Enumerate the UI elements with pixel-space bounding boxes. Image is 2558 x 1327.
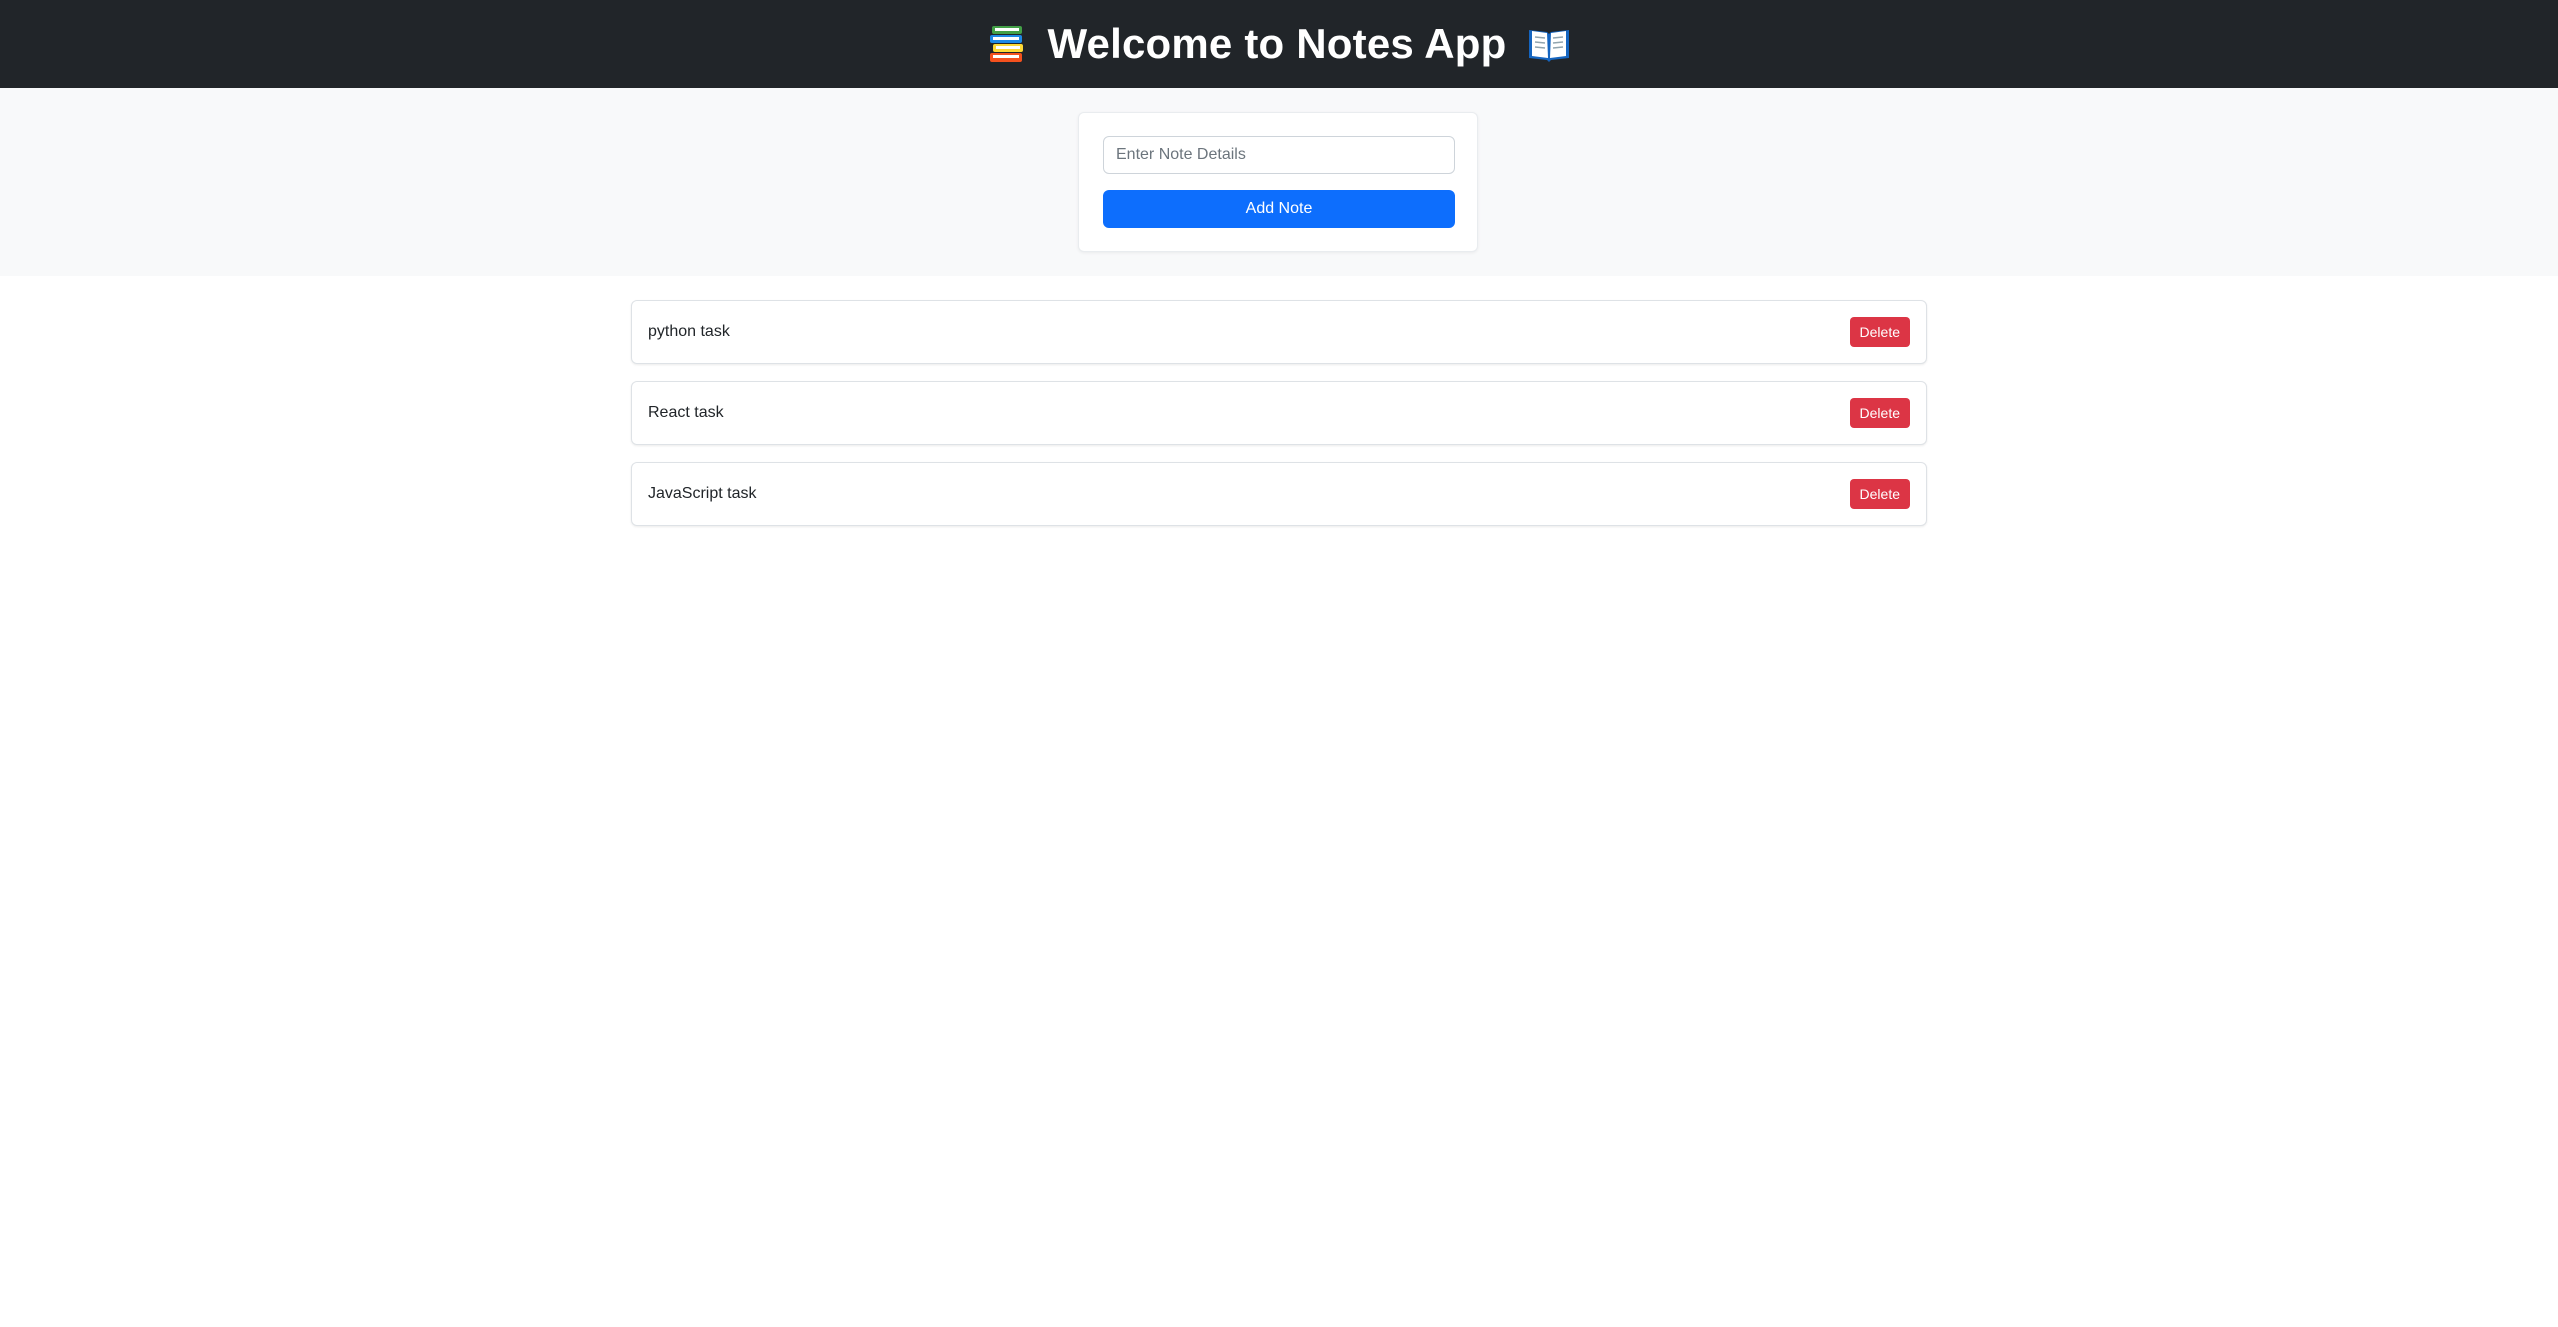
note-form-card: Add Note xyxy=(1078,112,1478,252)
app-header: Welcome to Notes App xyxy=(0,0,2558,88)
note-text: JavaScript task xyxy=(648,485,757,502)
delete-note-button[interactable]: Delete xyxy=(1849,398,1910,428)
add-note-button[interactable]: Add Note xyxy=(1103,190,1455,228)
note-item: python task Delete xyxy=(631,300,1927,364)
note-details-input[interactable] xyxy=(1103,136,1455,174)
note-text: python task xyxy=(648,323,730,340)
books-icon xyxy=(987,24,1027,64)
delete-note-button[interactable]: Delete xyxy=(1849,479,1910,509)
notes-list: python task Delete React task Delete Jav… xyxy=(631,300,1927,543)
page-title: Welcome to Notes App xyxy=(1047,20,1507,67)
delete-note-button[interactable]: Delete xyxy=(1849,317,1910,347)
note-item: React task Delete xyxy=(631,381,1927,445)
note-text: React task xyxy=(648,404,724,421)
header-title-group: Welcome to Notes App xyxy=(987,23,1570,65)
open-book-icon xyxy=(1527,24,1571,64)
note-item: JavaScript task Delete xyxy=(631,462,1927,526)
